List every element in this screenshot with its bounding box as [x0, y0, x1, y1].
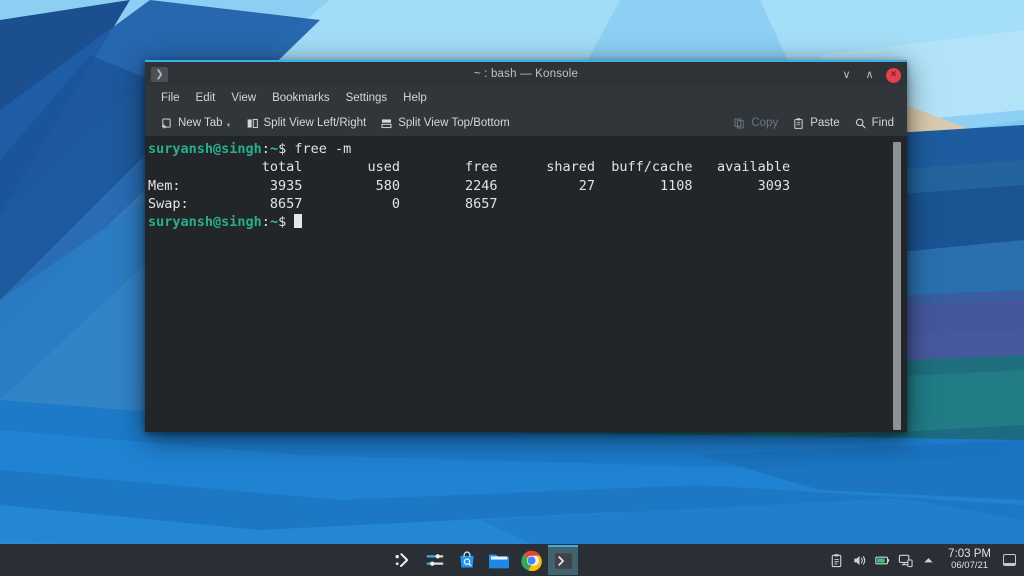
free-swap-row: Swap: 8657 0 8657	[148, 196, 498, 212]
split-view-top-bottom-label: Split View Top/Bottom	[398, 117, 509, 129]
copy-label: Copy	[751, 117, 778, 129]
terminal-cursor	[294, 214, 302, 228]
menubar: File Edit View Bookmarks Settings Help	[145, 86, 907, 110]
prompt-colon-1: :	[262, 141, 270, 157]
prompt-user-1: suryansh@singh	[148, 141, 262, 157]
prompt-user-2: suryansh@singh	[148, 214, 262, 230]
close-icon[interactable]: ×	[886, 68, 901, 83]
taskbar-item-chrome[interactable]	[516, 545, 546, 575]
menu-item-edit[interactable]: Edit	[188, 89, 224, 107]
prompt-path-2: ~	[270, 214, 278, 230]
show-desktop-icon[interactable]	[1003, 554, 1016, 566]
taskbar-items	[388, 544, 578, 576]
minimize-icon[interactable]: ∨	[840, 69, 853, 82]
clock[interactable]: 7:03 PM 06/07/21	[944, 548, 995, 572]
search-icon	[854, 117, 867, 130]
terminal-screen[interactable]: suryansh@singh:~$ free -m total used fre…	[145, 136, 907, 432]
menu-item-view[interactable]: View	[223, 89, 264, 107]
menu-item-help[interactable]: Help	[395, 89, 435, 107]
chrome-icon	[521, 550, 542, 571]
menu-item-file[interactable]: File	[153, 89, 188, 107]
terminal-output: suryansh@singh:~$ free -m total used fre…	[148, 140, 907, 231]
window-title: ~ : bash — Konsole	[474, 68, 578, 80]
split-vertical-icon	[380, 117, 393, 130]
chevron-down-icon[interactable]: ▼	[226, 123, 232, 129]
new-tab-button[interactable]: New Tab ▼	[153, 115, 239, 132]
split-view-top-bottom-button[interactable]: Split View Top/Bottom	[373, 115, 516, 132]
toolbar-right-group: Copy Paste Find	[726, 115, 901, 132]
konsole-prompt-icon: ❯	[151, 67, 168, 82]
free-mem-row: Mem: 3935 580 2246 27 1108 3093	[148, 178, 790, 194]
settings-sliders-icon	[424, 550, 446, 570]
expand-tray-icon[interactable]	[921, 553, 936, 568]
file-manager-folder-icon	[488, 551, 510, 570]
menu-item-settings[interactable]: Settings	[338, 89, 396, 107]
split-view-left-right-label: Split View Left/Right	[264, 117, 367, 129]
kde-launcher-icon	[393, 550, 413, 570]
clock-time: 7:03 PM	[948, 548, 991, 560]
system-tray: 7:03 PM 06/07/21	[829, 544, 1020, 576]
window-titlebar[interactable]: ❯ ~ : bash — Konsole ∨ ∧ ×	[145, 60, 907, 86]
split-horizontal-icon	[246, 117, 259, 130]
konsole-window[interactable]: ❯ ~ : bash — Konsole ∨ ∧ × File Edit Vie…	[145, 60, 907, 432]
new-tab-icon	[160, 117, 173, 130]
paste-icon	[792, 117, 805, 130]
new-tab-label: New Tab	[178, 117, 223, 129]
maximize-icon[interactable]: ∧	[863, 69, 876, 82]
copy-button: Copy	[726, 115, 785, 132]
taskbar-item-dolphin[interactable]	[484, 545, 514, 575]
terminal-command: free -m	[286, 141, 351, 157]
find-label: Find	[872, 117, 894, 129]
konsole-icon	[554, 552, 573, 570]
window-controls: ∨ ∧ ×	[840, 62, 901, 88]
discover-bag-icon	[457, 550, 477, 570]
toolbar: New Tab ▼ Split View Left/Right Split Vi…	[145, 110, 907, 136]
paste-label: Paste	[810, 117, 839, 129]
clock-date: 06/07/21	[948, 560, 991, 572]
scrollbar-thumb[interactable]	[893, 142, 901, 430]
taskbar-item-konsole[interactable]	[548, 545, 578, 575]
taskbar-item-discover[interactable]	[452, 545, 482, 575]
volume-icon[interactable]	[852, 553, 867, 568]
prompt-path-1: ~	[270, 141, 278, 157]
menu-item-bookmarks[interactable]: Bookmarks	[264, 89, 338, 107]
battery-icon[interactable]	[875, 553, 890, 568]
taskbar-item-kde-launcher[interactable]	[388, 545, 418, 575]
taskbar-item-settings[interactable]	[420, 545, 450, 575]
free-header-row: total used free shared buff/cache availa…	[148, 159, 790, 175]
network-icon[interactable]	[898, 553, 913, 568]
clipboard-icon[interactable]	[829, 553, 844, 568]
prompt-dollar-2: $	[278, 214, 286, 230]
split-view-left-right-button[interactable]: Split View Left/Right	[239, 115, 374, 132]
find-button[interactable]: Find	[847, 115, 901, 132]
terminal-scrollbar[interactable]	[891, 138, 905, 430]
copy-icon	[733, 117, 746, 130]
taskbar: 7:03 PM 06/07/21	[0, 544, 1024, 576]
paste-button[interactable]: Paste	[785, 115, 846, 132]
prompt-dollar-1: $	[278, 141, 286, 157]
prompt-colon-2: :	[262, 214, 270, 230]
